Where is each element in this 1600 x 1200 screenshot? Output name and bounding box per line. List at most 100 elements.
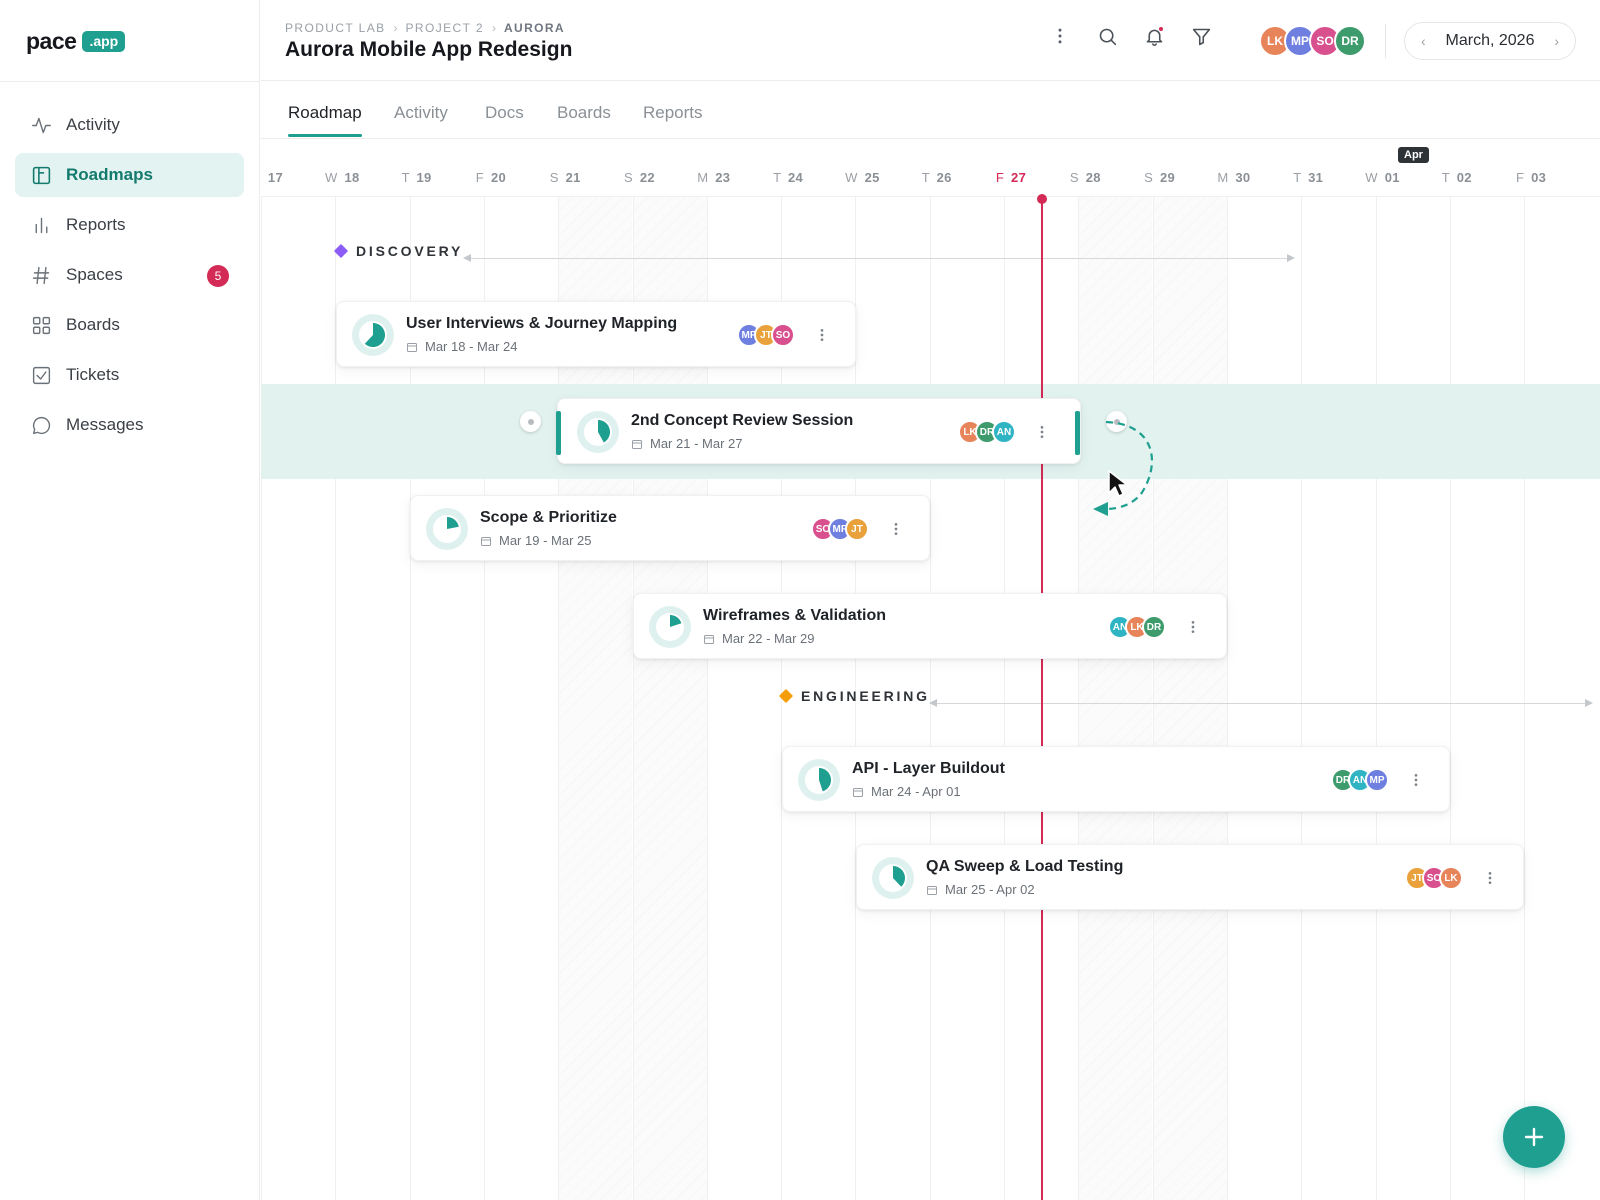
day-label: M 30 bbox=[1217, 170, 1251, 185]
breadcrumb-item-current: AURORA bbox=[503, 21, 566, 35]
avatar: JT bbox=[845, 517, 869, 541]
task-assignees[interactable]: DR AN MP bbox=[1331, 768, 1389, 792]
sidebar-item-label: Roadmaps bbox=[66, 165, 153, 184]
task-date-range: Mar 25 - Apr 02 bbox=[945, 882, 1035, 897]
resize-handle-right[interactable] bbox=[1075, 411, 1080, 455]
task-card[interactable]: Wireframes & Validation Mar 22 - Mar 29 … bbox=[633, 593, 1227, 659]
search-icon[interactable] bbox=[1095, 24, 1119, 48]
grid-icon bbox=[31, 315, 52, 336]
sidebar-item-boards[interactable]: Boards bbox=[15, 303, 244, 347]
progress-ring-svg bbox=[879, 864, 907, 892]
roadmap-icon bbox=[31, 165, 52, 186]
day-label: S 28 bbox=[1069, 170, 1101, 185]
task-assignees[interactable]: MP JT SO bbox=[737, 323, 795, 347]
task-assignees[interactable]: SO MP JT bbox=[811, 517, 869, 541]
more-vertical-icon[interactable] bbox=[886, 519, 906, 539]
app-logo[interactable]: pace .app bbox=[26, 28, 126, 54]
phase-discovery[interactable]: DISCOVERY bbox=[333, 243, 464, 259]
task-dates: Mar 24 - Apr 01 bbox=[852, 784, 961, 799]
filter-icon[interactable] bbox=[1189, 24, 1213, 48]
breadcrumb-item[interactable]: PRODUCT LAB bbox=[285, 21, 386, 35]
progress-ring-svg bbox=[433, 515, 461, 543]
progress-ring bbox=[352, 314, 394, 356]
mouse-cursor-icon bbox=[1108, 470, 1128, 497]
resize-handle-left[interactable] bbox=[556, 411, 561, 455]
day-label: F 20 bbox=[475, 170, 506, 185]
today-marker-cap bbox=[1037, 194, 1047, 204]
progress-ring bbox=[649, 606, 691, 648]
task-card[interactable]: User Interviews & Journey Mapping Mar 18… bbox=[336, 301, 856, 367]
bar-chart-icon bbox=[31, 215, 52, 236]
breadcrumb-chevron-icon: › bbox=[491, 21, 496, 35]
connector-handle-left[interactable] bbox=[520, 411, 541, 432]
task-card[interactable]: QA Sweep & Load Testing Mar 25 - Apr 02 … bbox=[856, 844, 1524, 910]
task-card[interactable]: API - Layer Buildout Mar 24 - Apr 01 DR … bbox=[782, 746, 1450, 812]
task-card-selected[interactable]: 2nd Concept Review Session Mar 21 - Mar … bbox=[556, 398, 1081, 464]
header-actions bbox=[1048, 24, 1213, 48]
progress-ring-svg bbox=[359, 321, 387, 349]
day-label: W 25 bbox=[845, 170, 880, 185]
top-header: PRODUCT LAB › PROJECT 2 › AURORA Aurora … bbox=[261, 0, 1600, 81]
plus-icon bbox=[1524, 1127, 1544, 1147]
task-card[interactable]: Scope & Prioritize Mar 19 - Mar 25 SO MP… bbox=[410, 495, 930, 561]
team-avatars[interactable]: LK MP SO DR bbox=[1259, 25, 1366, 57]
breadcrumb-chevron-icon: › bbox=[393, 21, 398, 35]
sidebar-divider bbox=[0, 81, 260, 82]
day-label: M 23 bbox=[697, 170, 731, 185]
date-header: Apr T 17 W 18 T 19 F 20 S 21 S 22 M 23 T 24 W 25… bbox=[261, 139, 1600, 197]
task-name: Wireframes & Validation bbox=[703, 607, 887, 624]
day-label: S 21 bbox=[549, 170, 581, 185]
more-vertical-icon[interactable] bbox=[1048, 24, 1072, 48]
month-picker[interactable]: ‹ March, 2026 › bbox=[1404, 22, 1576, 60]
page-title: Aurora Mobile App Redesign bbox=[285, 38, 573, 61]
phase-label: DISCOVERY bbox=[356, 243, 464, 259]
task-assignees[interactable]: JT SO LK bbox=[1405, 866, 1463, 890]
sidebar-nav: Activity Roadmaps Reports Spaces 5 Board… bbox=[15, 103, 244, 453]
sidebar-item-label: Spaces bbox=[66, 265, 123, 284]
breadcrumb: PRODUCT LAB › PROJECT 2 › AURORA bbox=[285, 21, 565, 35]
sidebar-item-messages[interactable]: Messages bbox=[15, 403, 244, 447]
breadcrumb-item[interactable]: PROJECT 2 bbox=[406, 21, 484, 35]
day-column bbox=[1078, 197, 1153, 1200]
sidebar-item-spaces[interactable]: Spaces 5 bbox=[15, 253, 244, 297]
sidebar: pace .app Activity Roadmaps Reports Spac… bbox=[0, 0, 260, 1200]
sidebar-item-activity[interactable]: Activity bbox=[15, 103, 244, 147]
day-label: T 17 bbox=[267, 170, 283, 185]
more-vertical-icon[interactable] bbox=[1032, 422, 1052, 442]
bell-icon[interactable] bbox=[1142, 24, 1166, 48]
task-assignees[interactable]: LK DR AN bbox=[958, 420, 1016, 444]
avatar: MP bbox=[1365, 768, 1389, 792]
progress-ring bbox=[426, 508, 468, 550]
sidebar-item-reports[interactable]: Reports bbox=[15, 203, 244, 247]
task-dates: Mar 18 - Mar 24 bbox=[406, 339, 517, 354]
phase-range-line bbox=[463, 254, 1295, 262]
phase-engineering[interactable]: ENGINEERING bbox=[778, 688, 930, 704]
tab-roadmap[interactable]: Roadmap bbox=[288, 103, 362, 123]
sidebar-item-tickets[interactable]: Tickets bbox=[15, 353, 244, 397]
tab-docs[interactable]: Docs bbox=[485, 103, 524, 123]
chevron-left-icon[interactable]: ‹ bbox=[1421, 33, 1426, 49]
add-item-button[interactable] bbox=[1503, 1106, 1565, 1168]
sidebar-item-roadmaps[interactable]: Roadmaps bbox=[15, 153, 244, 197]
tab-activity[interactable]: Activity bbox=[394, 103, 448, 123]
view-tabs: Roadmap Activity Docs Boards Reports bbox=[261, 81, 1600, 139]
avatar: SO bbox=[771, 323, 795, 347]
more-vertical-icon[interactable] bbox=[1480, 868, 1500, 888]
tab-boards[interactable]: Boards bbox=[557, 103, 611, 123]
chevron-right-icon[interactable]: › bbox=[1554, 33, 1559, 49]
sidebar-item-label: Activity bbox=[66, 115, 120, 134]
roadmap-timeline: Apr T 17 W 18 T 19 F 20 S 21 S 22 M 23 T 24 W 25… bbox=[261, 139, 1600, 1200]
calendar-icon bbox=[632, 439, 642, 449]
tab-reports[interactable]: Reports bbox=[643, 103, 703, 123]
progress-ring-svg bbox=[805, 766, 833, 794]
more-vertical-icon[interactable] bbox=[1406, 770, 1426, 790]
task-assignees[interactable]: AN LK DR bbox=[1108, 615, 1166, 639]
more-vertical-icon[interactable] bbox=[812, 325, 832, 345]
calendar-icon bbox=[704, 634, 714, 644]
progress-ring bbox=[798, 759, 840, 801]
logo-pill: .app bbox=[82, 30, 126, 52]
spaces-count-badge: 5 bbox=[207, 265, 229, 287]
more-vertical-icon[interactable] bbox=[1183, 617, 1203, 637]
calendar-icon bbox=[407, 342, 417, 352]
day-label: T 26 bbox=[921, 170, 952, 185]
